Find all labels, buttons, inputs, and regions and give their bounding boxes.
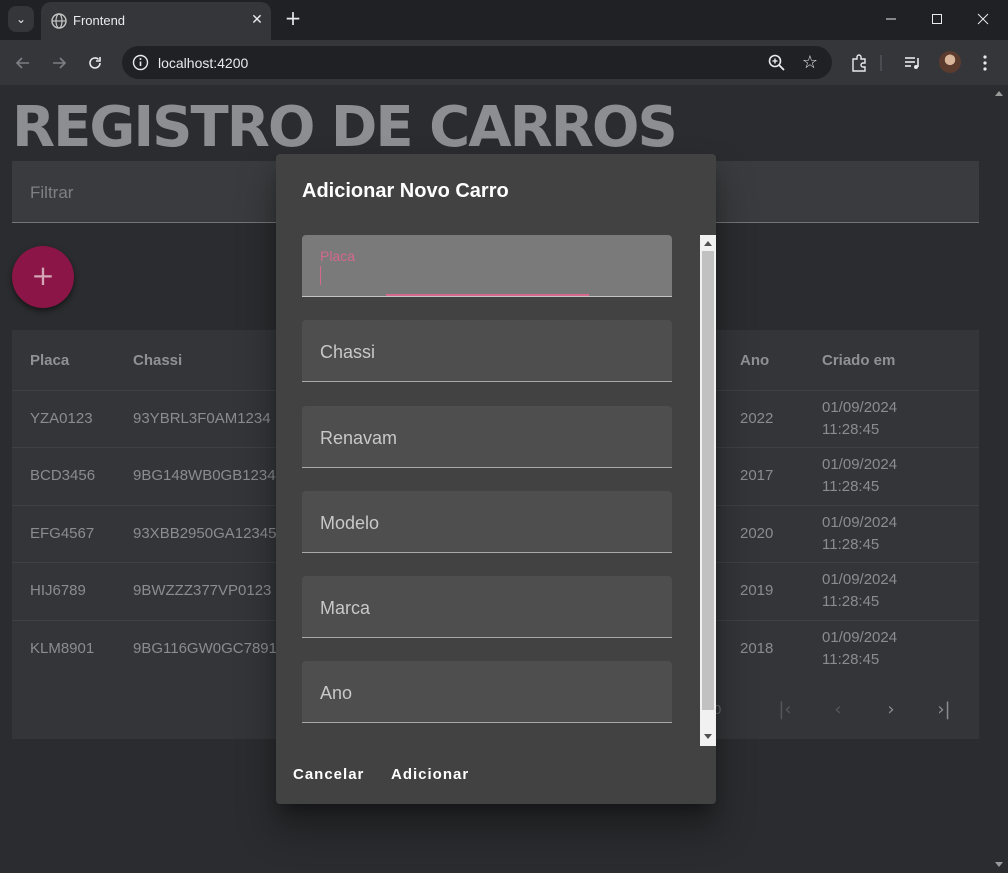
- arrow-left-icon: [15, 57, 29, 69]
- cell-ano: 2017: [740, 467, 774, 484]
- cell-criado-date: 01/09/2024: [822, 399, 898, 416]
- maximize-button[interactable]: [914, 0, 960, 38]
- cell-criado-time: 11:28:45: [822, 421, 880, 438]
- toolbar-divider: [876, 50, 886, 76]
- add-car-dialog: Adicionar Novo Carro Placa Chassi Renava…: [276, 154, 716, 804]
- new-tab-button[interactable]: +: [282, 8, 304, 30]
- dialog-scrollbar[interactable]: [700, 235, 716, 746]
- back-button[interactable]: [10, 50, 36, 76]
- ano-field[interactable]: Ano: [302, 661, 672, 723]
- globe-icon: [51, 13, 67, 29]
- cell-placa: EFG4567: [30, 525, 95, 542]
- column-header-criado-em[interactable]: Criado em: [822, 352, 895, 369]
- scroll-down-icon[interactable]: [995, 862, 1003, 867]
- dialog-form: Placa Chassi Renavam Modelo Marca Ano: [302, 235, 716, 746]
- ano-label: Ano: [320, 683, 353, 703]
- text-caret: [320, 266, 321, 285]
- previous-page-icon[interactable]: ‹: [826, 698, 850, 722]
- last-page-icon[interactable]: ›|: [932, 698, 956, 722]
- column-header-ano[interactable]: Ano: [740, 352, 769, 369]
- scroll-down-icon[interactable]: [704, 734, 712, 739]
- cell-placa: HIJ6789: [30, 582, 86, 599]
- column-header-placa[interactable]: Placa: [30, 352, 69, 369]
- cell-criado-date: 01/09/2024: [822, 629, 898, 646]
- page-scrollbar[interactable]: [990, 85, 1008, 873]
- placa-field[interactable]: Placa: [302, 235, 672, 297]
- column-header-chassi[interactable]: Chassi: [133, 352, 182, 369]
- reload-icon: [89, 57, 101, 69]
- close-icon: [977, 13, 989, 25]
- cell-criado-time: 11:28:45: [822, 593, 880, 610]
- zoom-icon[interactable]: [767, 53, 787, 73]
- cell-ano: 2020: [740, 525, 774, 542]
- renavam-label: Renavam: [320, 428, 398, 448]
- cell-chassi: 9BG148WB0GB1234: [133, 467, 276, 484]
- browser-toolbar: localhost:4200 ☆: [0, 40, 1008, 85]
- tab-close-icon[interactable]: ✕: [247, 10, 267, 30]
- focus-underline: [386, 294, 589, 296]
- browser-menu-button[interactable]: [972, 50, 998, 76]
- page-title: REGISTRO DE CARROS: [12, 95, 678, 160]
- cell-placa: BCD3456: [30, 467, 96, 484]
- cell-chassi: 9BWZZZ377VP0123: [133, 582, 272, 599]
- first-page-icon[interactable]: |‹: [773, 698, 797, 722]
- url-text[interactable]: localhost:4200: [158, 55, 248, 71]
- browser-tab[interactable]: Frontend ✕: [41, 2, 271, 40]
- site-info-icon[interactable]: [132, 54, 149, 71]
- arrow-right-icon: [53, 57, 67, 69]
- cell-chassi: 93XBB2950GA12345: [133, 525, 277, 542]
- placa-label: Placa: [320, 248, 356, 264]
- bookmark-star-icon[interactable]: ☆: [799, 52, 821, 74]
- dialog-title: Adicionar Novo Carro: [302, 180, 509, 202]
- cell-criado-time: 11:28:45: [822, 651, 880, 668]
- modelo-field[interactable]: Modelo: [302, 491, 672, 553]
- cell-criado-time: 11:28:45: [822, 536, 880, 553]
- profile-avatar[interactable]: [939, 51, 961, 73]
- marca-field[interactable]: Marca: [302, 576, 672, 638]
- queue-music-icon: [905, 57, 919, 69]
- reload-button[interactable]: [82, 50, 108, 76]
- close-window-button[interactable]: [960, 0, 1006, 38]
- modelo-label: Modelo: [320, 513, 380, 533]
- puzzle-icon: [852, 54, 866, 72]
- cell-ano: 2019: [740, 582, 774, 599]
- media-control-button[interactable]: [899, 50, 925, 76]
- chassi-label: Chassi: [320, 342, 376, 362]
- forward-button[interactable]: [46, 50, 72, 76]
- extensions-button[interactable]: [846, 50, 872, 76]
- cell-placa: YZA0123: [30, 410, 93, 427]
- scroll-thumb[interactable]: [702, 251, 714, 710]
- add-car-button[interactable]: +: [12, 246, 74, 308]
- tab-title: Frontend: [73, 13, 126, 28]
- cell-criado-date: 01/09/2024: [822, 514, 898, 531]
- tab-search-button[interactable]: ⌄: [8, 6, 34, 32]
- add-button[interactable]: Adicionar: [391, 766, 469, 783]
- cell-criado-time: 11:28:45: [822, 478, 880, 495]
- filter-placeholder: Filtrar: [30, 183, 74, 202]
- cell-placa: KLM8901: [30, 640, 95, 657]
- minimize-button[interactable]: [868, 0, 914, 38]
- scroll-up-icon[interactable]: [704, 241, 712, 246]
- cell-criado-date: 01/09/2024: [822, 571, 898, 588]
- renavam-field[interactable]: Renavam: [302, 406, 672, 468]
- maximize-icon: [932, 14, 942, 24]
- cell-ano: 2018: [740, 640, 774, 657]
- more-vertical-icon: [983, 55, 987, 71]
- cell-ano: 2022: [740, 410, 774, 427]
- scroll-up-icon[interactable]: [995, 91, 1003, 96]
- address-bar[interactable]: localhost:4200 ☆: [122, 46, 832, 79]
- cell-chassi: 93YBRL3F0AM1234: [133, 410, 271, 427]
- cell-criado-date: 01/09/2024: [822, 456, 898, 473]
- minimize-icon: [886, 18, 896, 20]
- cell-chassi: 9BG116GW0GC7891: [133, 640, 277, 657]
- marca-label: Marca: [320, 598, 371, 618]
- cancel-button[interactable]: Cancelar: [293, 766, 364, 783]
- next-page-icon[interactable]: ›: [879, 698, 903, 722]
- browser-titlebar: ⌄ Frontend ✕ +: [0, 0, 1008, 40]
- chassi-field[interactable]: Chassi: [302, 320, 672, 382]
